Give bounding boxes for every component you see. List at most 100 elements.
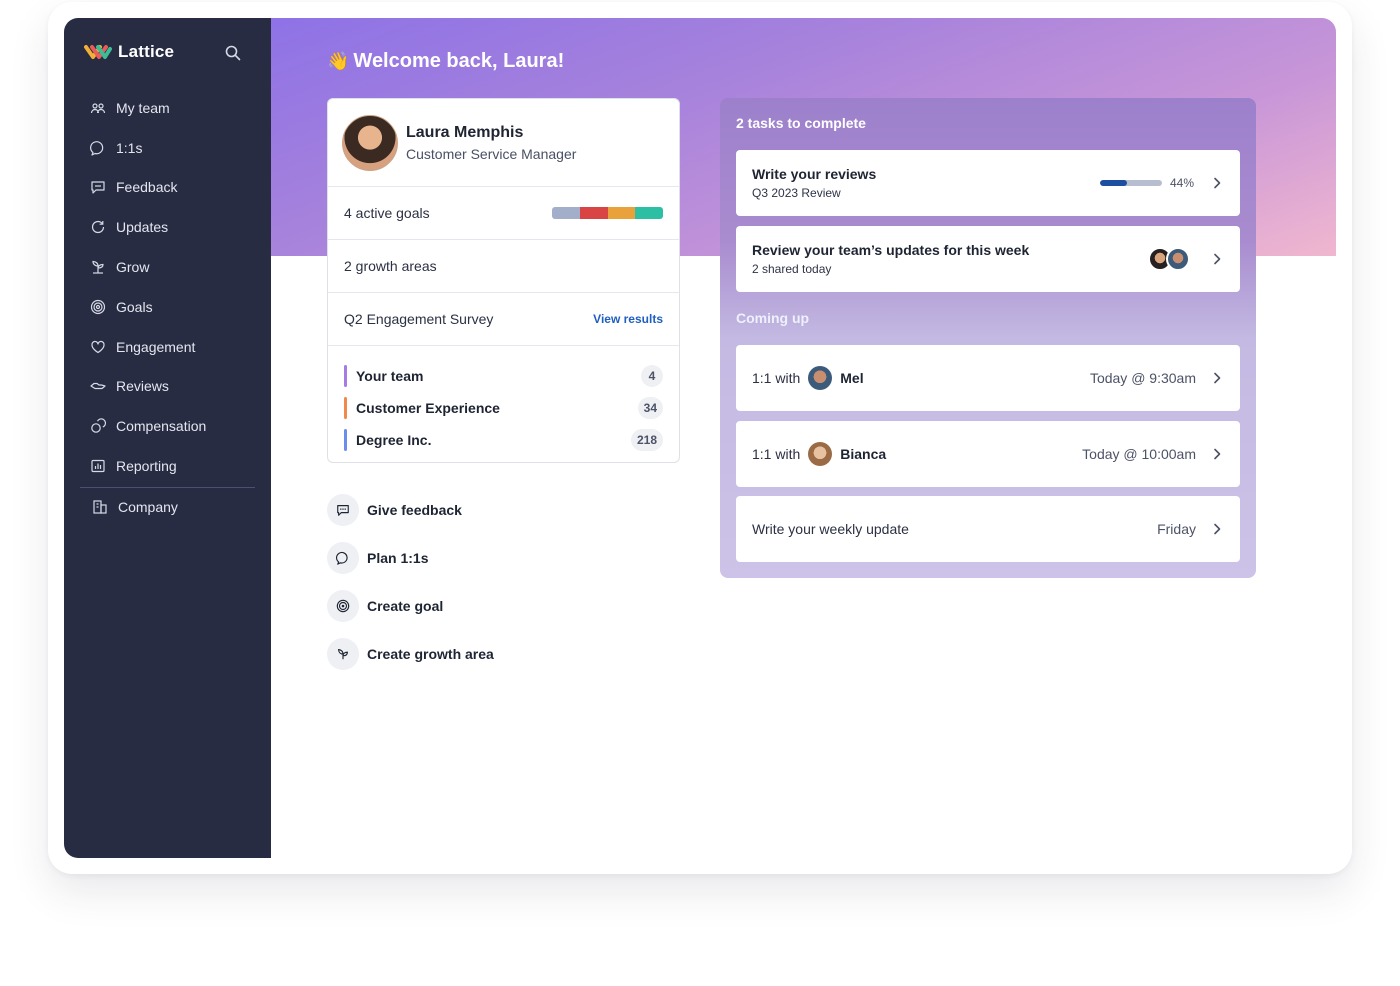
task-subtitle: 2 shared today: [752, 262, 832, 276]
task-title: Write your reviews: [752, 166, 877, 182]
chevron-right-icon: [1214, 372, 1221, 384]
teams-list: Your team 4 Customer Experience 34 Degre…: [328, 346, 679, 456]
profile-card: Laura Memphis Customer Service Manager 4…: [327, 98, 680, 463]
tasks-panel: 2 tasks to complete Write your reviews Q…: [720, 98, 1256, 578]
weekly-update-label: Write your weekly update: [752, 521, 909, 537]
goals-progress-bar: [552, 207, 663, 219]
review-progress-fill: [1099, 180, 1128, 186]
coins-icon: [91, 418, 106, 434]
message-square-icon: [327, 494, 359, 526]
meeting-prefix: 1:1 with: [752, 446, 801, 462]
team-label: Customer Experience: [356, 400, 500, 416]
chevron-right-icon: [1214, 253, 1221, 265]
lattice-logo-icon: [84, 45, 112, 59]
write-reviews-task[interactable]: Write your reviews Q3 2023 Review 44%: [736, 150, 1240, 216]
tasks-heading: 2 tasks to complete: [736, 115, 866, 131]
search-icon[interactable]: [224, 44, 242, 62]
team-count-badge: 218: [630, 429, 663, 451]
chat-bubble-icon: [327, 542, 359, 574]
profile-name: Laura Memphis: [406, 123, 524, 141]
sidebar-item-label: Compensation: [116, 418, 207, 435]
avatar: [1166, 247, 1190, 271]
weekly-update-item[interactable]: Write your weekly update Friday: [736, 496, 1240, 562]
sidebar-item-goals[interactable]: Goals: [80, 287, 255, 327]
sidebar-item-reporting[interactable]: Reporting: [80, 446, 255, 486]
review-team-updates-task[interactable]: Review your team’s updates for this week…: [736, 226, 1240, 292]
create-growth-area-button[interactable]: Create growth area: [327, 630, 494, 678]
team-color-bar: [344, 397, 347, 419]
sidebar: Lattice My team 1:1s Feedback Updates Gr…: [64, 18, 271, 858]
meeting-time: Today @ 10:00am: [1082, 446, 1196, 462]
chevron-right-icon: [1214, 523, 1221, 535]
sidebar-item-label: Feedback: [116, 179, 178, 196]
survey-label: Q2 Engagement Survey: [344, 311, 494, 327]
avatar: [808, 366, 833, 390]
sidebar-item-label: Engagement: [116, 338, 196, 355]
sidebar-item-label: Reporting: [116, 458, 177, 475]
sidebar-item-reviews[interactable]: Reviews: [80, 367, 255, 407]
sidebar-item-company[interactable]: Company: [80, 488, 255, 526]
sidebar-item-label: 1:1s: [116, 139, 143, 156]
sidebar-item-updates[interactable]: Updates: [80, 207, 255, 247]
meeting-bianca-item[interactable]: 1:1 with Bianca Today @ 10:00am: [736, 421, 1240, 487]
sidebar-nav: My team 1:1s Feedback Updates Grow Goals: [80, 88, 255, 526]
sidebar-item-label: Company: [118, 498, 178, 515]
heart-icon: [91, 340, 105, 353]
main-content: 👋 Welcome back, Laura! Laura Memphis Cus…: [271, 18, 1336, 858]
create-goal-button[interactable]: Create goal: [327, 582, 494, 630]
welcome-text: Welcome back, Laura!: [353, 50, 565, 72]
goals-bar-segment: [607, 207, 636, 219]
team-count-badge: 34: [637, 397, 663, 419]
action-label: Create goal: [367, 598, 444, 614]
give-feedback-button[interactable]: Give feedback: [327, 486, 494, 534]
chat-bubbles-icon: [90, 140, 104, 156]
active-goals-row[interactable]: 4 active goals: [328, 187, 679, 240]
sidebar-item-label: Reviews: [116, 378, 169, 395]
sidebar-item-grow[interactable]: Grow: [80, 247, 255, 287]
sidebar-item-engagement[interactable]: Engagement: [80, 327, 255, 367]
team-row-customer-experience[interactable]: Customer Experience 34: [344, 392, 663, 424]
team-count-badge: 4: [641, 365, 663, 387]
brand[interactable]: Lattice: [84, 42, 174, 62]
sidebar-item-label: Goals: [116, 298, 153, 315]
sidebar-item-label: Updates: [116, 219, 169, 236]
sidebar-item-my-team[interactable]: My team: [80, 88, 255, 128]
sprout-icon: [92, 260, 104, 274]
meeting-person-name: Mel: [840, 370, 864, 386]
target-icon: [327, 590, 359, 622]
growth-areas-row[interactable]: 2 growth areas: [328, 240, 679, 293]
sidebar-item-one-on-ones[interactable]: 1:1s: [80, 128, 255, 168]
bar-chart-icon: [91, 459, 105, 473]
team-row-degree-inc[interactable]: Degree Inc. 218: [344, 424, 663, 456]
growth-areas-label: 2 growth areas: [344, 258, 437, 274]
task-subtitle: Q3 2023 Review: [752, 186, 841, 200]
building-icon: [93, 500, 107, 514]
team-label: Your team: [356, 368, 424, 384]
view-results-link[interactable]: View results: [593, 312, 663, 326]
refresh-bubble-icon: [91, 221, 105, 234]
people-icon: [90, 103, 106, 113]
meeting-mel-item[interactable]: 1:1 with Mel Today @ 9:30am: [736, 345, 1240, 411]
action-label: Give feedback: [367, 502, 462, 518]
weekly-update-time: Friday: [1157, 521, 1196, 537]
sidebar-item-feedback[interactable]: Feedback: [80, 168, 255, 208]
chevron-right-icon: [1214, 448, 1221, 460]
chevron-right-icon: [1214, 177, 1221, 189]
survey-row: Q2 Engagement Survey View results: [328, 293, 679, 346]
handshake-icon: [90, 383, 106, 390]
team-row-your-team[interactable]: Your team 4: [344, 360, 663, 392]
goals-bar-segment: [579, 207, 608, 219]
coming-up-heading: Coming up: [736, 310, 810, 326]
message-square-icon: [91, 181, 105, 195]
quick-actions: Give feedback Plan 1:1s Create goal Crea…: [327, 486, 494, 678]
waving-hand-icon: 👋: [327, 51, 350, 71]
active-goals-label: 4 active goals: [344, 205, 430, 221]
team-color-bar: [344, 365, 347, 387]
sidebar-item-compensation[interactable]: Compensation: [80, 406, 255, 446]
target-icon: [90, 299, 106, 314]
plan-one-on-ones-button[interactable]: Plan 1:1s: [327, 534, 494, 582]
action-label: Plan 1:1s: [367, 550, 429, 566]
team-color-bar: [344, 429, 347, 451]
action-label: Create growth area: [367, 646, 494, 662]
profile-header[interactable]: Laura Memphis Customer Service Manager: [328, 99, 679, 187]
